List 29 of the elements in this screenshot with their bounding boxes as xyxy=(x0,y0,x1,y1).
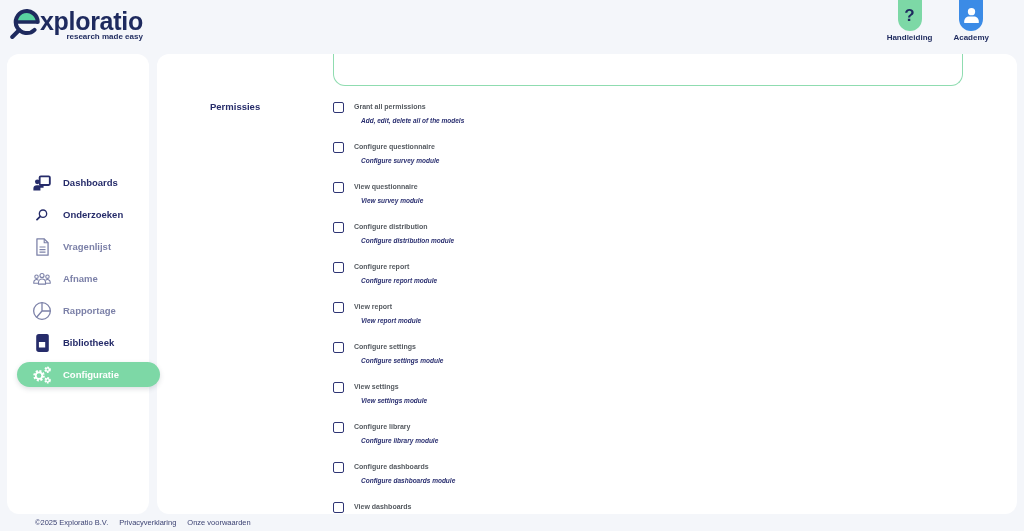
settings-icon xyxy=(33,365,51,384)
book-icon xyxy=(35,333,49,352)
header-link[interactable]: Academy xyxy=(953,0,989,43)
checkbox[interactable] xyxy=(333,102,344,113)
section-label: Permissies xyxy=(210,102,262,112)
question-mark-icon: ? xyxy=(897,0,922,31)
search-icon xyxy=(36,208,48,221)
people-group-icon xyxy=(33,271,51,286)
checkbox[interactable] xyxy=(333,342,344,353)
logo-wordmark: xploratio xyxy=(40,9,143,33)
checkbox[interactable] xyxy=(333,142,344,153)
document-icon xyxy=(35,237,49,256)
checkbox[interactable] xyxy=(333,302,344,313)
checkbox[interactable] xyxy=(333,422,344,433)
checkbox[interactable] xyxy=(333,382,344,393)
sidebar-nav-item[interactable]: Bibliotheek xyxy=(17,330,160,355)
sidebar-nav-item[interactable]: Dashboards xyxy=(17,170,160,195)
logo-tagline: research made easy xyxy=(66,32,143,41)
checkbox[interactable] xyxy=(333,462,344,473)
checkbox[interactable] xyxy=(333,222,344,233)
sidebar-nav-item[interactable]: Onderzoeken xyxy=(17,202,160,227)
magnifier-logo-icon xyxy=(10,9,40,39)
presentation-board-icon xyxy=(33,174,51,191)
checkbox[interactable] xyxy=(333,182,344,193)
text-area-field[interactable] xyxy=(333,54,963,86)
header-link[interactable]: ? Handleiding xyxy=(886,0,933,43)
checkbox[interactable] xyxy=(333,502,344,513)
pie-chart-icon xyxy=(33,301,51,320)
checkbox[interactable] xyxy=(333,262,344,273)
